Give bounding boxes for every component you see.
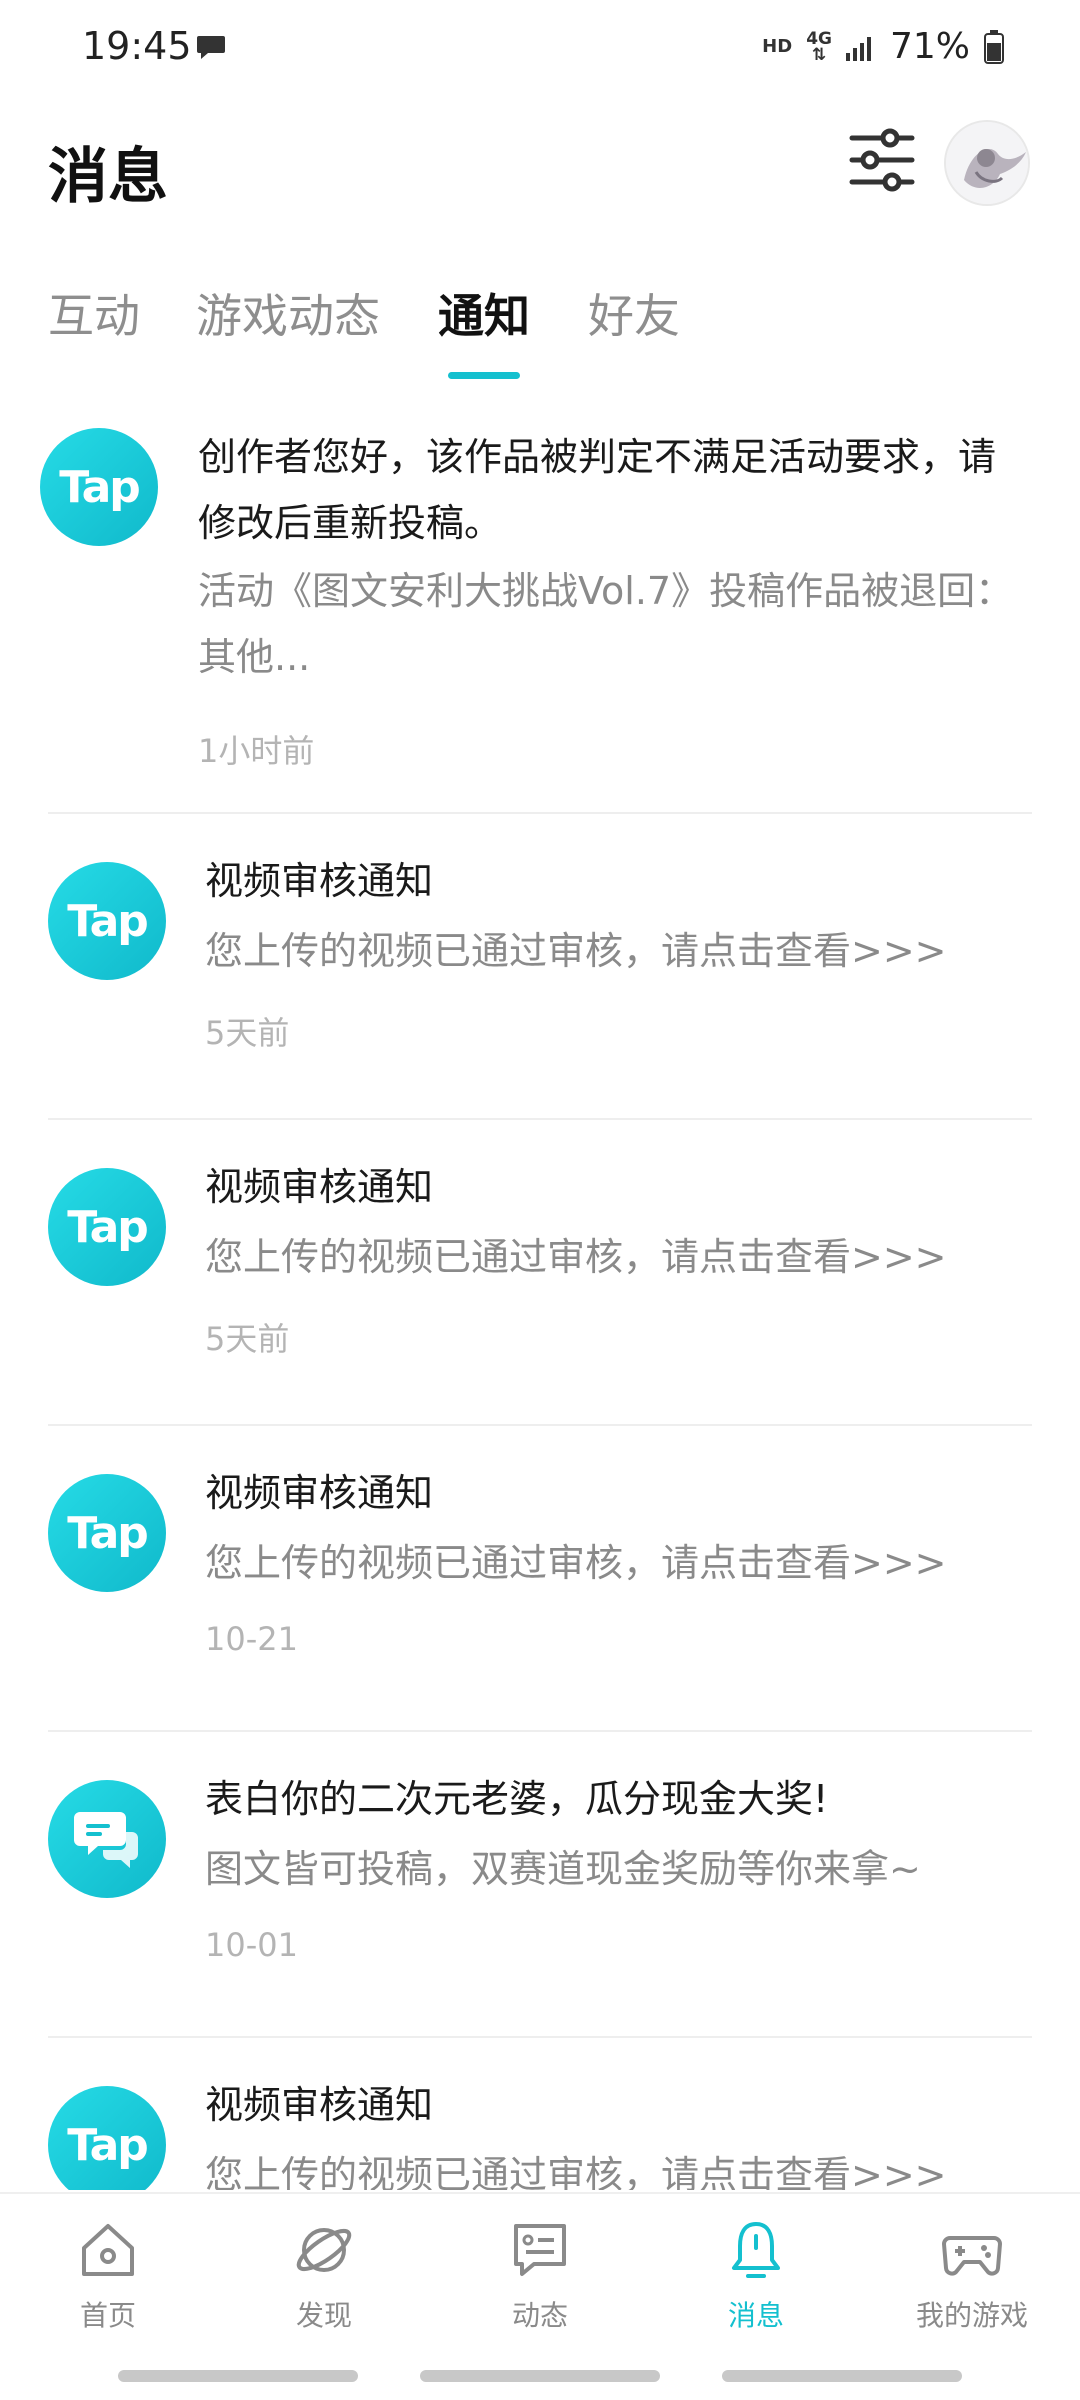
notification-title: 表白你的二次元老婆，瓜分现金大奖! [205, 1777, 829, 1821]
tab-friends[interactable]: 好友 [588, 280, 680, 346]
notification-time: 10-21 [205, 1620, 298, 1658]
nav-my-games[interactable]: 我的游戏 [864, 2218, 1080, 2334]
tap-logo-text: Tap [67, 2119, 149, 2171]
signal-icon [845, 36, 871, 61]
bottom-nav: 首页 发现 动态 消息 我的游戏 [0, 2192, 1080, 2360]
message-notification-icon [197, 36, 225, 59]
notification-time: 10-01 [205, 1926, 298, 1964]
tap-logo-icon: Tap [48, 2086, 166, 2190]
list-item[interactable]: Tap 创作者您好，该作品被判定不满足活动要求，请修改后重新投稿。 活动《图文安… [0, 400, 1080, 812]
notification-title: 视频审核通知 [205, 1165, 434, 1209]
chat-bubble-glyph [74, 1812, 138, 1868]
nav-discover[interactable]: 发现 [216, 2218, 432, 2334]
gesture-bar-center[interactable] [420, 2370, 660, 2382]
notification-time: 1小时前 [198, 732, 315, 770]
data-arrows-icon: ⇅ [811, 44, 827, 65]
tap-logo-icon: Tap [48, 1474, 166, 1592]
nav-feed[interactable]: 动态 [432, 2218, 648, 2334]
tap-logo-text: Tap [67, 1507, 149, 1559]
notification-body: 活动《图文安利大挑战Vol.7》投稿作品被退回：其他... [198, 569, 1014, 679]
notification-list: Tap 创作者您好，该作品被判定不满足活动要求，请修改后重新投稿。 活动《图文安… [0, 400, 1080, 2190]
notification-body: 图文皆可投稿，双赛道现金奖励等你来拿~ [205, 1847, 921, 1891]
status-bar: 19:45 HD 4G ⇅ 71% [0, 0, 1080, 100]
nav-label: 消息 [727, 2299, 784, 2332]
network-indicator: 4G ⇅ [806, 30, 832, 65]
user-avatar-icon [946, 122, 1028, 204]
nav-home[interactable]: 首页 [0, 2218, 216, 2334]
tap-logo-text: Tap [59, 461, 141, 513]
list-item[interactable]: Tap 视频审核通知 您上传的视频已通过审核，请点击查看>>> 5天前 [0, 814, 1080, 1118]
status-time: 19:45 [82, 24, 192, 68]
notification-title: 视频审核通知 [205, 859, 434, 903]
bell-icon [732, 2222, 780, 2278]
tap-logo-text: Tap [67, 1201, 149, 1253]
notification-body: 您上传的视频已通过审核，请点击查看>>> [205, 1541, 947, 1585]
notification-body: 您上传的视频已通过审核，请点击查看>>> [205, 1235, 947, 1279]
tab-bar: 互动 游戏动态 通知 好友 [0, 280, 1080, 380]
battery-percent: 71% [889, 26, 970, 67]
home-icon [82, 2224, 134, 2276]
sliders-icon[interactable] [846, 124, 918, 196]
battery-icon [984, 29, 1004, 64]
nav-label: 我的游戏 [915, 2299, 1028, 2332]
tab-interaction[interactable]: 互动 [48, 280, 140, 346]
list-item[interactable]: Tap 视频审核通知 您上传的视频已通过审核，请点击查看>>> 10-21 [0, 1426, 1080, 1730]
notification-body: 您上传的视频已通过审核，请点击查看>>> [205, 2153, 947, 2190]
tab-active-indicator [448, 372, 520, 379]
tap-logo-icon: Tap [48, 1168, 166, 1286]
tab-notifications[interactable]: 通知 [438, 280, 530, 346]
gamepad-icon [942, 2236, 1002, 2276]
nav-messages[interactable]: 消息 [648, 2218, 864, 2334]
gesture-bar-right [722, 2370, 962, 2382]
tap-logo-text: Tap [67, 895, 149, 947]
avatar[interactable] [944, 120, 1030, 206]
gesture-bar-left [118, 2370, 358, 2382]
list-item[interactable]: Tap 视频审核通知 您上传的视频已通过审核，请点击查看>>> [0, 2038, 1080, 2190]
nav-label: 动态 [511, 2299, 568, 2332]
chat-bubble-icon [48, 1780, 166, 1898]
status-right: HD 4G ⇅ 71% [762, 26, 1004, 67]
notification-title: 视频审核通知 [205, 2083, 434, 2127]
tap-logo-icon: Tap [40, 428, 158, 546]
nav-label: 发现 [295, 2299, 352, 2332]
notification-body: 您上传的视频已通过审核，请点击查看>>> [205, 929, 947, 973]
nav-label: 首页 [79, 2299, 136, 2332]
hd-indicator: HD [762, 36, 793, 57]
tap-logo-icon: Tap [48, 862, 166, 980]
notification-title: 创作者您好，该作品被判定不满足活动要求，请修改后重新投稿。 [198, 435, 997, 545]
list-item[interactable]: Tap 视频审核通知 您上传的视频已通过审核，请点击查看>>> 5天前 [0, 1120, 1080, 1424]
notification-title: 视频审核通知 [205, 1471, 434, 1515]
list-item[interactable]: 表白你的二次元老婆，瓜分现金大奖! 图文皆可投稿，双赛道现金奖励等你来拿~ 10… [0, 1732, 1080, 2036]
tab-game-updates[interactable]: 游戏动态 [196, 280, 380, 346]
page-title: 消息 [48, 142, 168, 212]
planet-icon [296, 2228, 352, 2272]
notification-time: 5天前 [205, 1320, 290, 1358]
notification-time: 5天前 [205, 1014, 290, 1052]
feed-icon [514, 2224, 566, 2276]
